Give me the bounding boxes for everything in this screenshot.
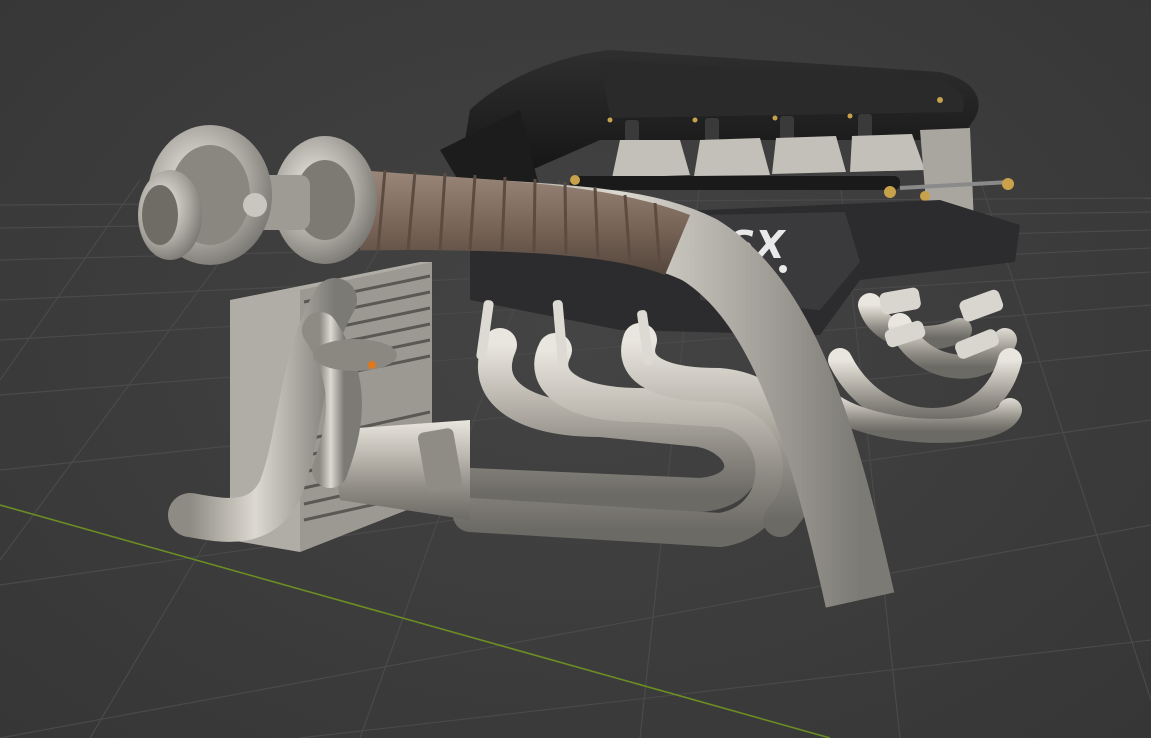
- exhaust-header-left[interactable]: [453, 323, 817, 547]
- downpipe-clamp: [313, 339, 397, 371]
- viewport-canvas[interactable]: SX: [0, 0, 1151, 738]
- 3d-viewport[interactable]: SX: [0, 0, 1151, 738]
- sensor-dot: [368, 361, 376, 369]
- engine-model[interactable]: SX: [138, 50, 1022, 608]
- turbocharger[interactable]: [138, 125, 377, 265]
